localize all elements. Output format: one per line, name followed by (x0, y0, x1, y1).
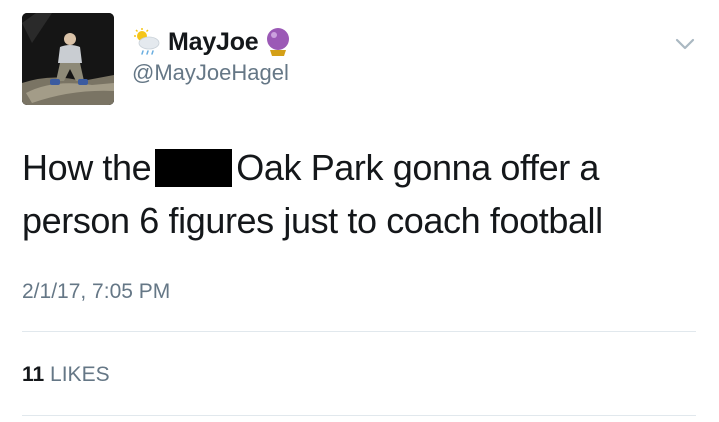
tweet-text: How the Oak Park gonna offer a person 6 f… (22, 141, 692, 247)
divider (22, 331, 696, 332)
user-handle[interactable]: @MayJoeHagel (132, 60, 289, 86)
chevron-down-icon[interactable] (674, 36, 696, 52)
divider (22, 415, 696, 416)
crystal-ball-icon (265, 27, 291, 57)
redaction-box (155, 149, 233, 187)
likes-label: LIKES (50, 363, 110, 386)
display-name[interactable]: MayJoe (168, 28, 259, 57)
likes-stat[interactable]: 11 LIKES (22, 363, 110, 387)
sun-behind-rain-cloud-icon (132, 27, 162, 57)
avatar[interactable] (22, 13, 114, 105)
likes-count: 11 (22, 363, 45, 386)
tweet-text-part1: How the (22, 147, 152, 188)
user-name-row[interactable]: MayJoe (132, 27, 291, 57)
tweet-timestamp[interactable]: 2/1/17, 7:05 PM (22, 280, 170, 304)
